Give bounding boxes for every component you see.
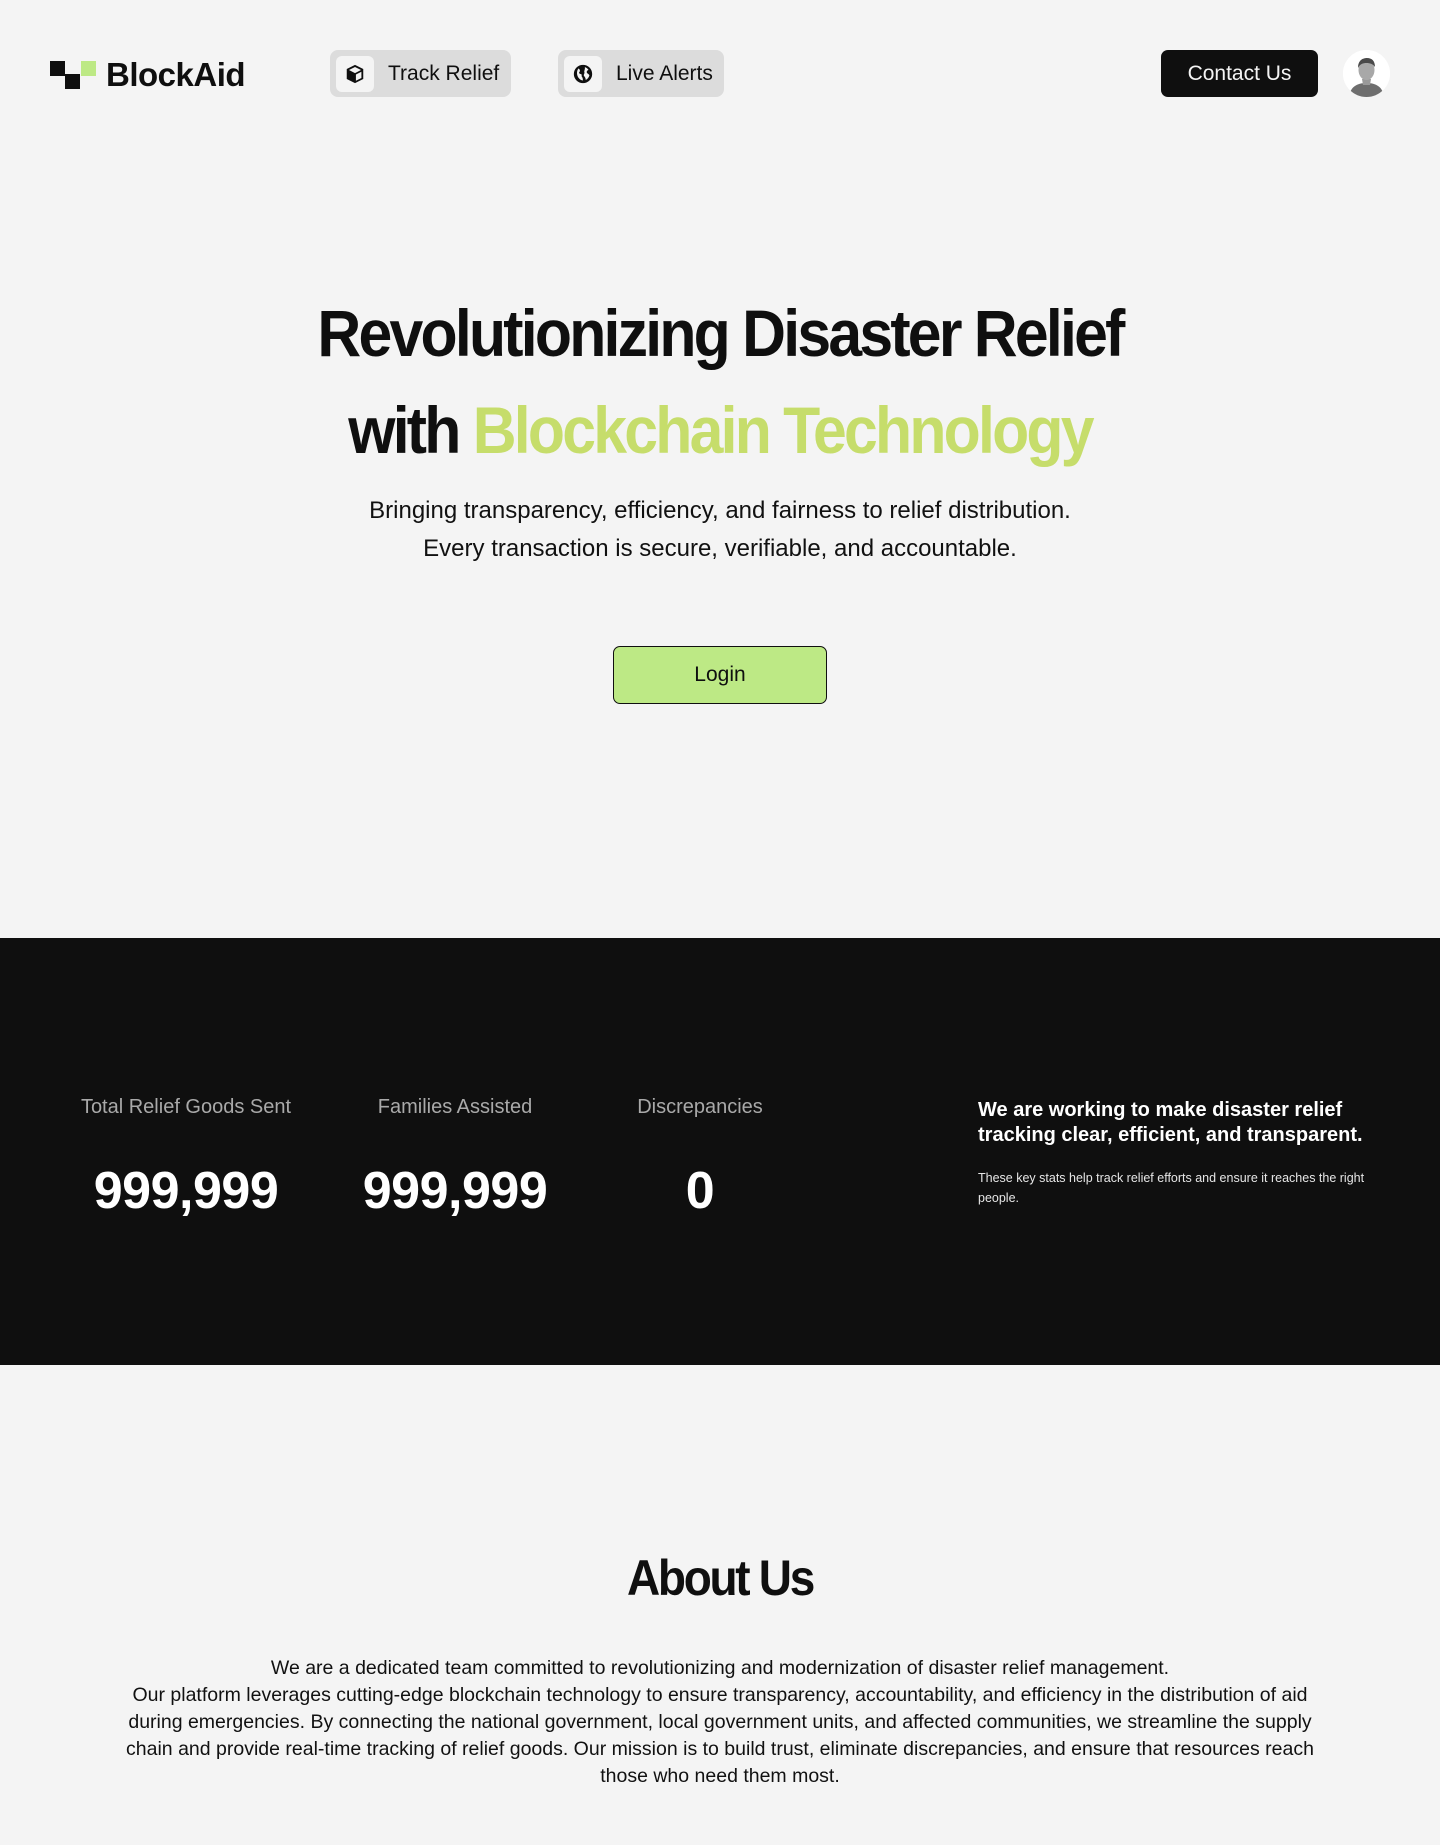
- site-header: BlockAid Track Relief Live Alerts Contac…: [0, 0, 1440, 150]
- about-title: About Us: [626, 1550, 815, 1606]
- hero-subtitle-line1: Bringing transparency, efficiency, and f…: [369, 497, 1071, 524]
- hero-title-accent: Blockchain Technology: [472, 393, 1095, 467]
- contact-us-button[interactable]: Contact Us: [1161, 50, 1318, 97]
- logo-mark-icon: [50, 59, 96, 91]
- hero-title-line1: Revolutionizing Disaster Relief: [317, 296, 1125, 370]
- stat-label: Total Relief Goods Sent: [80, 1096, 292, 1118]
- stat-value: 0: [685, 1162, 715, 1220]
- brand-name: BlockAid: [106, 56, 246, 93]
- stat-discrepancies: Discrepancies 0: [620, 1096, 780, 1221]
- nav-track-relief-label: Track Relief: [388, 61, 500, 85]
- stats-blurb: We are working to make disaster relief t…: [978, 1098, 1398, 1208]
- hero-title: Revolutionizing Disaster Relief with Blo…: [58, 285, 1383, 479]
- nav-live-alerts[interactable]: Live Alerts: [558, 50, 724, 97]
- hero-title-line2-prefix: with: [348, 393, 461, 467]
- brand-logo[interactable]: BlockAid: [50, 55, 246, 95]
- about-intro-line: We are a dedicated team committed to rev…: [270, 1657, 1170, 1679]
- about-text: We are a dedicated team committed to rev…: [110, 1655, 1330, 1790]
- about-paragraph: Our platform leverages cutting-edge bloc…: [126, 1684, 1314, 1787]
- stat-label: Discrepancies: [637, 1096, 763, 1118]
- nav-track-relief[interactable]: Track Relief: [330, 50, 511, 97]
- cube-icon: [336, 55, 374, 92]
- login-button[interactable]: Login: [613, 646, 827, 704]
- stats-blurb-body: These key stats help track relief effort…: [978, 1171, 1365, 1205]
- hero-subtitle: Bringing transparency, efficiency, and f…: [0, 492, 1440, 568]
- stat-value: 999,999: [93, 1162, 279, 1220]
- hero-subtitle-line2: Every transaction is secure, verifiable,…: [423, 535, 1017, 562]
- stat-families-assisted: Families Assisted 999,999: [345, 1096, 565, 1221]
- nav-live-alerts-label: Live Alerts: [616, 61, 713, 85]
- stat-label: Families Assisted: [377, 1096, 533, 1118]
- stat-value: 999,999: [362, 1162, 548, 1220]
- stats-section: Total Relief Goods Sent 999,999 Families…: [0, 938, 1440, 1365]
- stat-total-relief-goods: Total Relief Goods Sent 999,999: [70, 1096, 302, 1221]
- user-avatar-icon[interactable]: [1343, 50, 1390, 97]
- globe-icon: [564, 55, 602, 92]
- stats-blurb-heading: We are working to make disaster relief t…: [978, 1099, 1363, 1146]
